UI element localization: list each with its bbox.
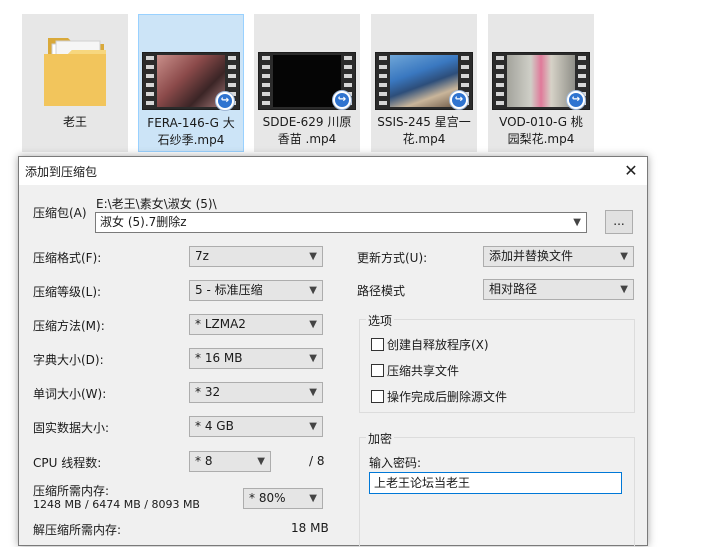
update-label: 更新方式(U): xyxy=(357,251,428,265)
shortcut-arrow-icon: ↪ xyxy=(215,91,235,111)
method-value: * LZMA2 xyxy=(195,317,246,331)
password-value: 上老王论坛当老王 xyxy=(374,476,471,490)
file-tile-folder[interactable]: 老王 xyxy=(22,14,128,152)
file-tile-video[interactable]: ↪ SSIS-245 星宫一 花.mp4 xyxy=(371,14,477,152)
chevron-down-icon: ▼ xyxy=(309,493,317,504)
chevron-down-icon: ▼ xyxy=(309,319,317,330)
folder-icon xyxy=(26,24,124,112)
threads-select[interactable]: * 8 ▼ xyxy=(189,451,271,472)
file-tile-video[interactable]: ↪ VOD-010-G 桃 园梨花.mp4 xyxy=(488,14,594,152)
sfx-checkbox[interactable]: 创建自释放程序(X) xyxy=(371,336,489,353)
file-caption: 老王 xyxy=(62,115,87,129)
mem-compress-detail: 1248 MB / 6474 MB / 8093 MB xyxy=(33,498,200,511)
sfx-label: 创建自释放程序(X) xyxy=(387,338,489,352)
pathmode-label: 路径模式 xyxy=(357,284,406,298)
file-tile-video[interactable]: ↪ SDDE-629 川原 香苗 .mp4 xyxy=(254,14,360,152)
chevron-down-icon: ▼ xyxy=(620,284,628,295)
word-label: 单词大小(W): xyxy=(33,387,107,401)
password-label: 输入密码: xyxy=(369,456,422,470)
format-value: 7z xyxy=(195,249,209,263)
encryption-title: 加密 xyxy=(366,430,395,447)
options-title: 选项 xyxy=(366,312,395,329)
mem-compress-label: 压缩所需内存: xyxy=(33,484,110,498)
level-value: 5 - 标准压缩 xyxy=(195,283,263,297)
mem-decompress-value: 18 MB xyxy=(291,521,329,535)
level-select[interactable]: 5 - 标准压缩 ▼ xyxy=(189,280,323,301)
format-select[interactable]: 7z ▼ xyxy=(189,246,323,267)
checkbox-icon xyxy=(371,364,384,377)
archive-name-input[interactable]: 淑女 (5).7删除z ▼ xyxy=(95,212,587,233)
mem-percent-select[interactable]: * 80% ▼ xyxy=(243,488,323,509)
browse-button[interactable]: ... xyxy=(605,210,633,234)
chevron-down-icon: ▼ xyxy=(257,456,265,467)
chevron-down-icon: ▼ xyxy=(309,387,317,398)
file-caption: VOD-010-G 桃 园梨花.mp4 xyxy=(499,115,583,146)
chevron-down-icon: ▼ xyxy=(309,285,317,296)
solid-label: 固实数据大小: xyxy=(33,421,110,435)
password-input[interactable]: 上老王论坛当老王 xyxy=(369,472,622,494)
method-select[interactable]: * LZMA2 ▼ xyxy=(189,314,323,335)
archive-name-value: 淑女 (5).7删除z xyxy=(100,215,187,229)
dialog-titlebar: 添加到压缩包 ✕ xyxy=(19,157,647,185)
update-select[interactable]: 添加并替换文件 ▼ xyxy=(483,246,634,267)
word-select[interactable]: * 32 ▼ xyxy=(189,382,323,403)
shared-files-checkbox[interactable]: 压缩共享文件 xyxy=(371,362,459,379)
threads-label: CPU 线程数: xyxy=(33,456,102,470)
solid-value: * 4 GB xyxy=(195,419,234,433)
method-label: 压缩方法(M): xyxy=(33,319,105,333)
chevron-down-icon: ▼ xyxy=(573,217,581,228)
chevron-down-icon: ▼ xyxy=(309,421,317,432)
format-label: 压缩格式(F): xyxy=(33,251,102,265)
solid-select[interactable]: * 4 GB ▼ xyxy=(189,416,323,437)
dict-value: * 16 MB xyxy=(195,351,243,365)
archive-label: 压缩包(A) xyxy=(33,206,87,220)
mem-percent-value: * 80% xyxy=(249,491,286,505)
pathmode-value: 相对路径 xyxy=(489,282,538,296)
threads-max: / 8 xyxy=(309,454,325,468)
level-label: 压缩等级(L): xyxy=(33,285,102,299)
dialog-title: 添加到压缩包 xyxy=(25,165,98,179)
dict-select[interactable]: * 16 MB ▼ xyxy=(189,348,323,369)
add-to-archive-dialog: 添加到压缩包 ✕ 压缩包(A) E:\老王\素女\淑女 (5)\ 淑女 (5).… xyxy=(18,156,648,547)
delete-source-checkbox[interactable]: 操作完成后删除源文件 xyxy=(371,388,507,405)
checkbox-icon xyxy=(371,338,384,351)
close-icon[interactable]: ✕ xyxy=(615,157,647,185)
mem-decompress-label: 解压缩所需内存: xyxy=(33,523,122,537)
shortcut-arrow-icon: ↪ xyxy=(332,90,352,110)
shortcut-arrow-icon: ↪ xyxy=(566,90,586,110)
pathmode-select[interactable]: 相对路径 ▼ xyxy=(483,279,634,300)
chevron-down-icon: ▼ xyxy=(309,251,317,262)
file-caption: FERA-146-G 大 石纱季.mp4 xyxy=(147,116,235,147)
delete-source-label: 操作完成后删除源文件 xyxy=(387,390,508,404)
file-caption: SSIS-245 星宫一 花.mp4 xyxy=(377,115,471,146)
threads-value: * 8 xyxy=(195,454,213,468)
dict-label: 字典大小(D): xyxy=(33,353,104,367)
chevron-down-icon: ▼ xyxy=(309,353,317,364)
update-value: 添加并替换文件 xyxy=(489,249,574,263)
word-value: * 32 xyxy=(195,385,221,399)
file-caption: SDDE-629 川原 香苗 .mp4 xyxy=(262,115,352,146)
archive-path: E:\老王\素女\淑女 (5)\ xyxy=(96,197,217,211)
file-tile-video[interactable]: ↪ FERA-146-G 大 石纱季.mp4 xyxy=(138,14,244,152)
shared-files-label: 压缩共享文件 xyxy=(387,364,460,378)
chevron-down-icon: ▼ xyxy=(620,251,628,262)
checkbox-icon xyxy=(371,390,384,403)
shortcut-arrow-icon: ↪ xyxy=(449,90,469,110)
